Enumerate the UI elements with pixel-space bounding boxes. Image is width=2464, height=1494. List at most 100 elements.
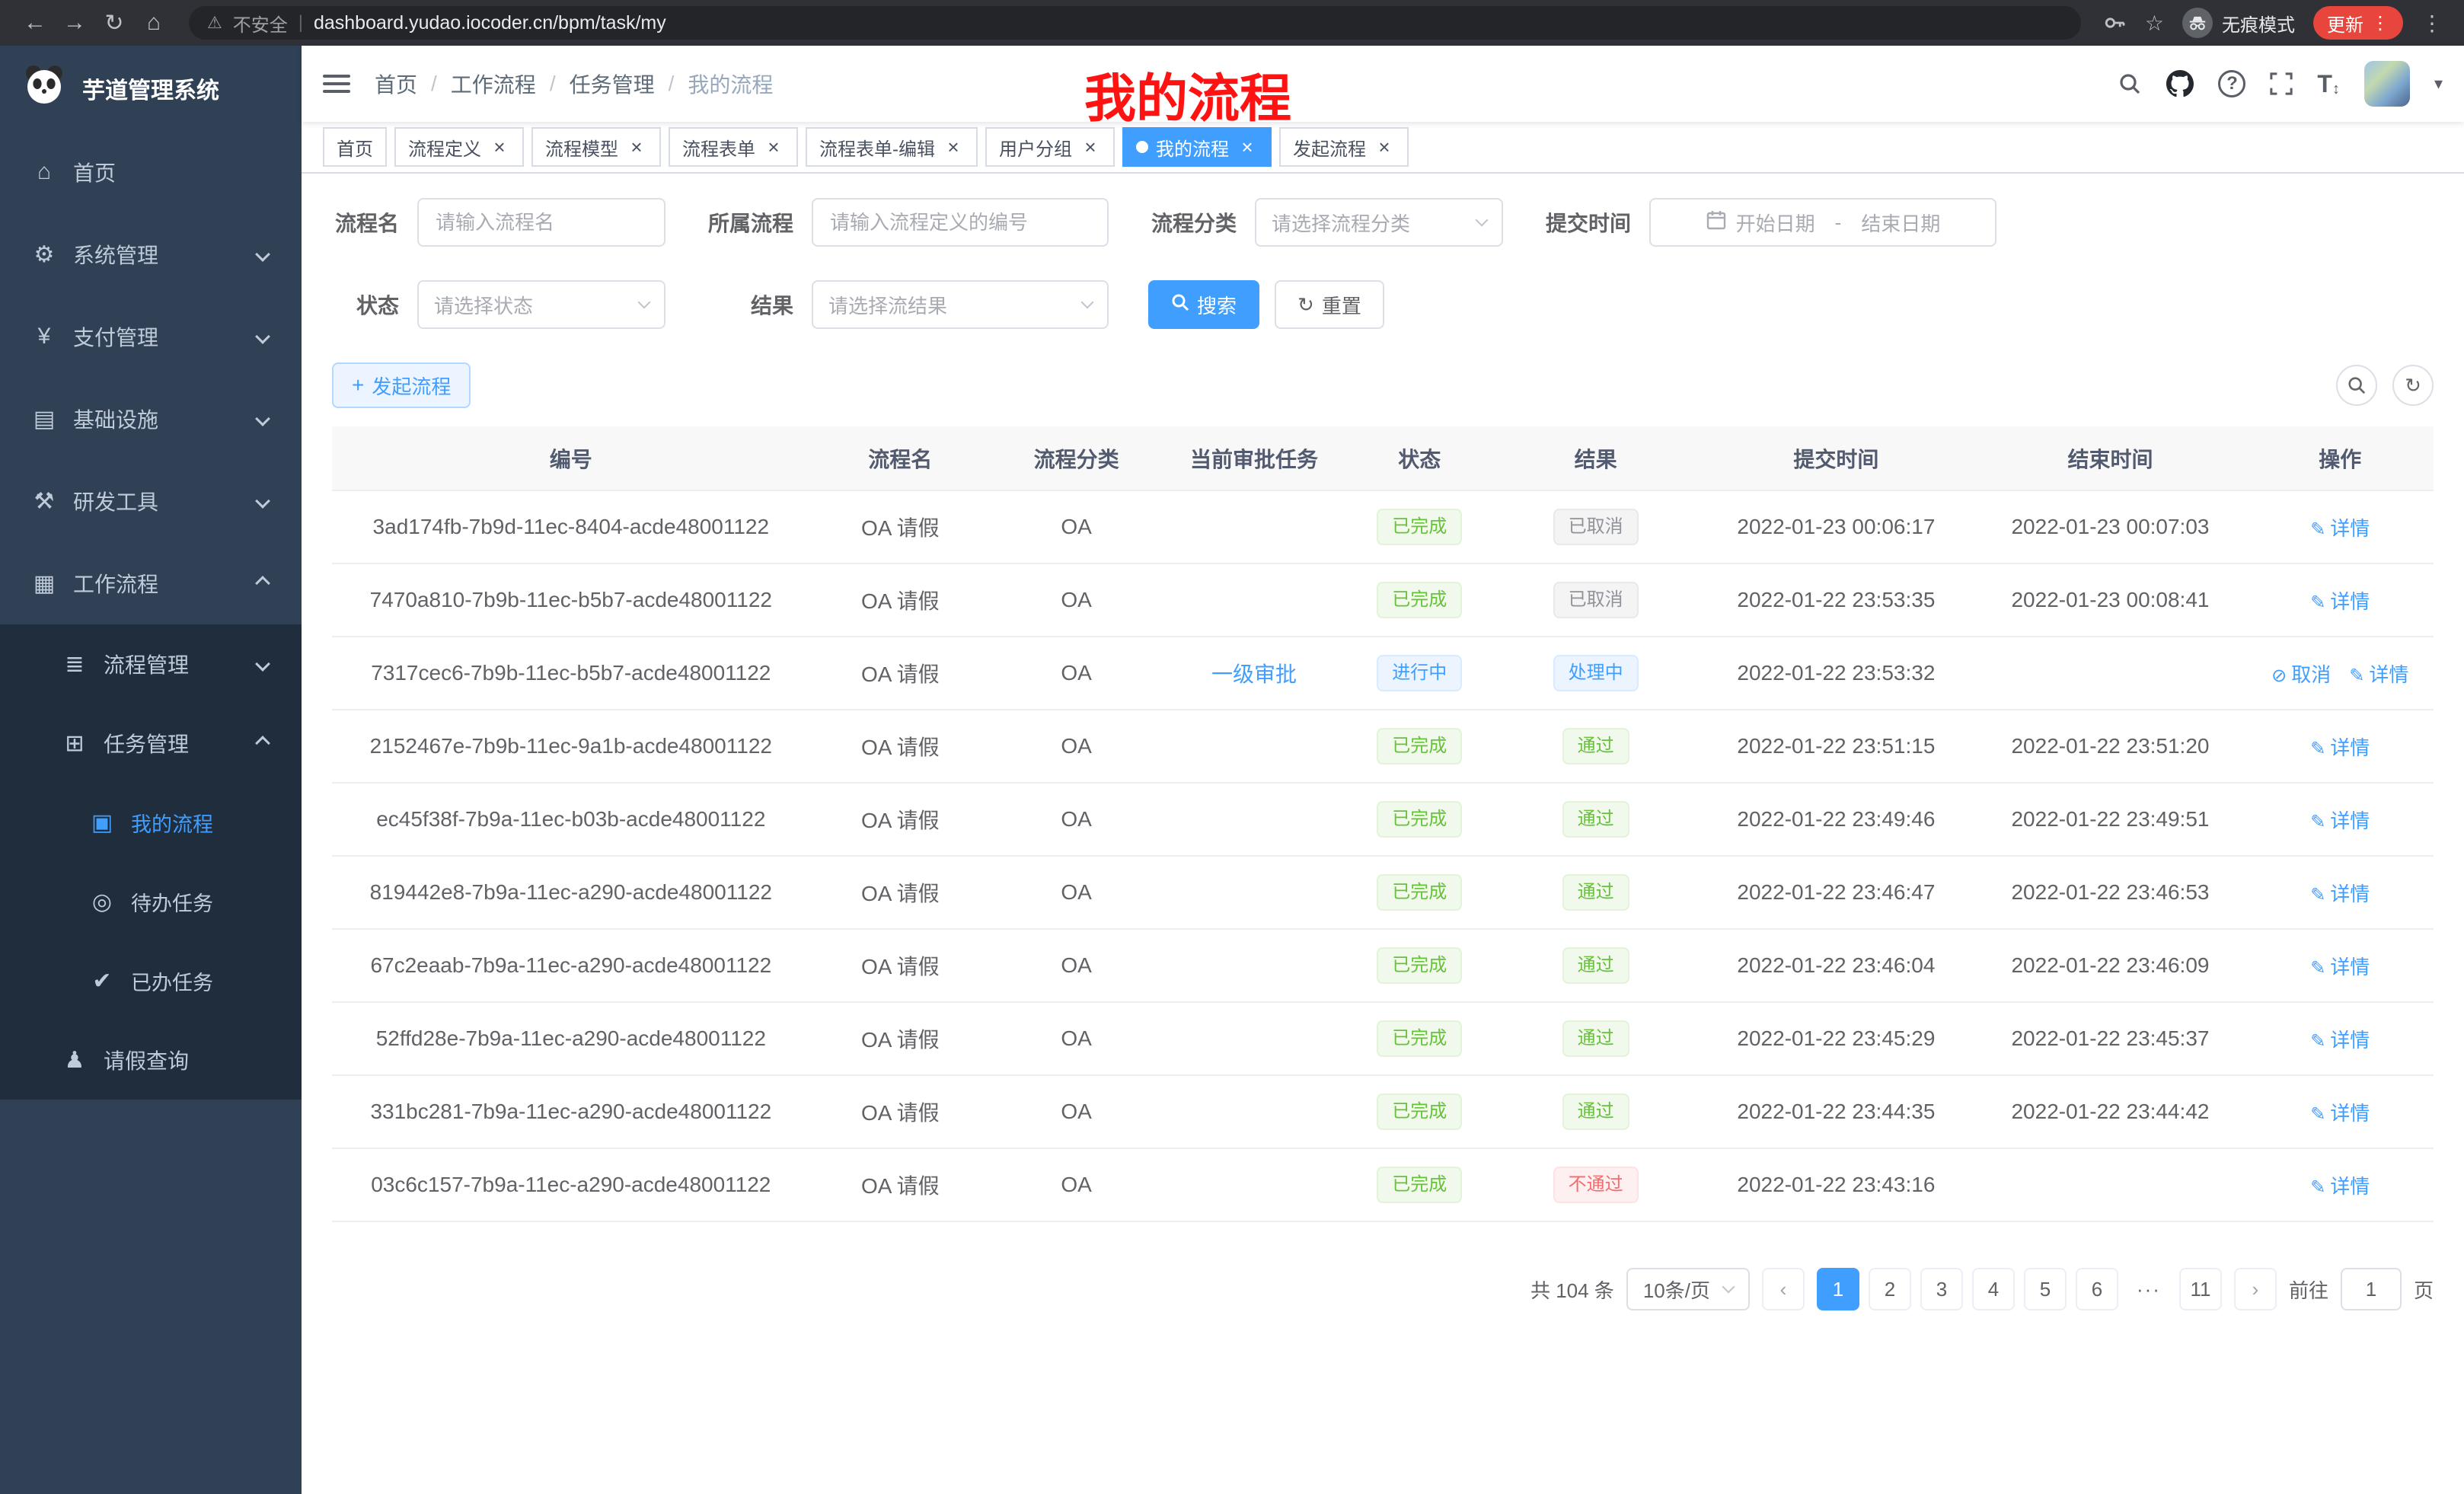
detail-link[interactable]: ✎详情 [2310, 1175, 2370, 1198]
date-start-placeholder[interactable]: 开始日期 [1736, 209, 1815, 237]
sidebar-item-system-mgmt[interactable]: ⚙ 系统管理 [0, 213, 302, 295]
status-tag: 已完成 [1377, 582, 1462, 618]
cell-end: 2022-01-22 23:51:20 [1974, 710, 2246, 783]
tab-my-process[interactable]: 我的流程× [1122, 127, 1272, 167]
sidebar-item-dev-tools[interactable]: ⚒ 研发工具 [0, 460, 302, 542]
url-text[interactable]: dashboard.yudao.iocoder.cn/bpm/task/my [314, 12, 666, 34]
tab-close-icon[interactable]: × [1080, 136, 1101, 158]
detail-link[interactable]: ✎详情 [2310, 736, 2370, 759]
sidebar-item-process-mgmt[interactable]: ≣ 流程管理 [0, 624, 302, 704]
reset-button[interactable]: ↻ 重置 [1275, 280, 1384, 329]
detail-link[interactable]: ✎详情 [2310, 809, 2370, 832]
browser-home-icon[interactable]: ⌂ [134, 10, 174, 36]
browser-back-icon[interactable]: ← [15, 10, 55, 36]
detail-link[interactable]: ✎详情 [2310, 590, 2370, 613]
security-label[interactable]: 不安全 [233, 10, 288, 37]
detail-link[interactable]: ✎详情 [2310, 517, 2370, 540]
detail-link[interactable]: ✎详情 [2349, 663, 2408, 686]
sidebar-item-workflow[interactable]: ▦ 工作流程 [0, 542, 302, 624]
tab-home[interactable]: 首页 [323, 127, 387, 167]
sidebar-item-payment-mgmt[interactable]: ¥ 支付管理 [0, 295, 302, 378]
search-icon[interactable] [2118, 72, 2142, 96]
result-select[interactable]: 请选择流结果 [812, 280, 1109, 329]
help-icon[interactable]: ? [2218, 70, 2245, 97]
breadcrumb-workflow[interactable]: 工作流程 [451, 69, 536, 99]
detail-link[interactable]: ✎详情 [2310, 1029, 2370, 1052]
tab-user-group[interactable]: 用户分组× [985, 127, 1115, 167]
process-definition-input[interactable] [812, 198, 1109, 247]
date-end-placeholder[interactable]: 结束日期 [1861, 209, 1940, 237]
search-button[interactable]: 搜索 [1148, 280, 1259, 329]
prev-page-button[interactable]: ‹ [1762, 1268, 1805, 1310]
sidebar-item-leave-query[interactable]: ♟ 请假查询 [0, 1020, 302, 1100]
page-size-select[interactable]: 10条/页 [1626, 1268, 1750, 1310]
tab-close-icon[interactable]: × [626, 136, 647, 158]
address-bar[interactable]: ⚠ 不安全 | dashboard.yudao.iocoder.cn/bpm/t… [189, 6, 2081, 40]
sidebar-item-infrastructure[interactable]: ▤ 基础设施 [0, 378, 302, 460]
page-button-2[interactable]: 2 [1869, 1268, 1911, 1310]
hamburger-icon[interactable] [323, 75, 350, 93]
cell-end [1974, 637, 2246, 710]
password-key-icon[interactable] [2102, 11, 2127, 35]
column-header-id: 编号 [332, 426, 810, 490]
browser-refresh-icon[interactable]: ↻ [94, 10, 134, 37]
user-icon: ♟ [61, 1047, 88, 1074]
chevron-down-icon[interactable]: ▾ [2434, 74, 2443, 94]
breadcrumb-home[interactable]: 首页 [375, 69, 417, 99]
page-button-5[interactable]: 5 [2024, 1268, 2067, 1310]
browser-forward-icon[interactable]: → [55, 10, 94, 36]
sidebar-item-todo-tasks[interactable]: ◎ 待办任务 [0, 862, 302, 941]
tab-process-form[interactable]: 流程表单× [669, 127, 798, 167]
sidebar-item-done-tasks[interactable]: ✔ 已办任务 [0, 941, 302, 1020]
detail-link[interactable]: ✎详情 [2310, 883, 2370, 905]
detail-link[interactable]: ✎详情 [2310, 956, 2370, 978]
user-avatar[interactable] [2364, 61, 2410, 107]
sidebar-item-task-mgmt[interactable]: ⊞ 任务管理 [0, 704, 302, 783]
chevron-down-icon [255, 247, 270, 262]
sidebar-item-my-process[interactable]: ▣ 我的流程 [0, 783, 302, 862]
chevron-down-icon [1476, 214, 1489, 227]
column-header-task: 当前审批任务 [1162, 426, 1345, 490]
breadcrumb-task-mgmt[interactable]: 任务管理 [570, 69, 655, 99]
fullscreen-icon[interactable] [2270, 72, 2293, 95]
tab-close-icon[interactable]: × [763, 136, 784, 158]
next-page-button[interactable]: › [2234, 1268, 2277, 1310]
tab-process-model[interactable]: 流程模型× [531, 127, 661, 167]
create-process-button[interactable]: + 发起流程 [332, 362, 471, 408]
page-button-4[interactable]: 4 [1972, 1268, 2015, 1310]
page-button-6[interactable]: 6 [2076, 1268, 2118, 1310]
tab-start-process[interactable]: 发起流程× [1279, 127, 1409, 167]
submit-time-range[interactable]: 开始日期 - 结束日期 [1649, 198, 1996, 247]
cell-status: 进行中 [1346, 637, 1493, 710]
page-button-11[interactable]: 11 [2179, 1268, 2222, 1310]
page-ellipsis[interactable]: ··· [2127, 1268, 2170, 1310]
refresh-table-button[interactable]: ↻ [2392, 365, 2434, 406]
tab-close-icon[interactable]: × [943, 136, 964, 158]
tab-close-icon[interactable]: × [1237, 136, 1258, 158]
status-tag: 已完成 [1377, 801, 1462, 838]
tab-close-icon[interactable]: × [489, 136, 510, 158]
sidebar-item-home[interactable]: ⌂ 首页 [0, 131, 302, 213]
process-name-input[interactable] [417, 198, 665, 247]
font-size-icon[interactable]: T↕ [2317, 70, 2340, 98]
cell-result: 不通过 [1493, 1148, 1699, 1221]
goto-page-input[interactable] [2341, 1268, 2402, 1310]
tab-process-definition[interactable]: 流程定义× [394, 127, 524, 167]
cell-submit: 2022-01-22 23:46:47 [1698, 856, 1974, 929]
chevron-down-icon [638, 296, 651, 309]
bookmark-star-icon[interactable]: ☆ [2145, 11, 2164, 36]
browser-update-button[interactable]: 更新 ⋮ [2313, 6, 2403, 40]
cell-status: 已完成 [1346, 1002, 1493, 1075]
status-select[interactable]: 请选择状态 [417, 280, 665, 329]
github-icon[interactable] [2166, 70, 2194, 97]
cancel-link[interactable]: ⊘取消 [2271, 663, 2331, 686]
page-button-3[interactable]: 3 [1920, 1268, 1963, 1310]
toggle-search-button[interactable] [2336, 365, 2377, 406]
tab-process-form-edit[interactable]: 流程表单-编辑× [806, 127, 978, 167]
current-task-link[interactable]: 一级审批 [1211, 662, 1297, 686]
category-select[interactable]: 请选择流程分类 [1255, 198, 1503, 247]
detail-link[interactable]: ✎详情 [2310, 1102, 2370, 1125]
tab-close-icon[interactable]: × [1374, 136, 1395, 158]
page-button-1[interactable]: 1 [1817, 1268, 1859, 1310]
browser-menu-icon[interactable]: ⋮ [2421, 11, 2443, 36]
